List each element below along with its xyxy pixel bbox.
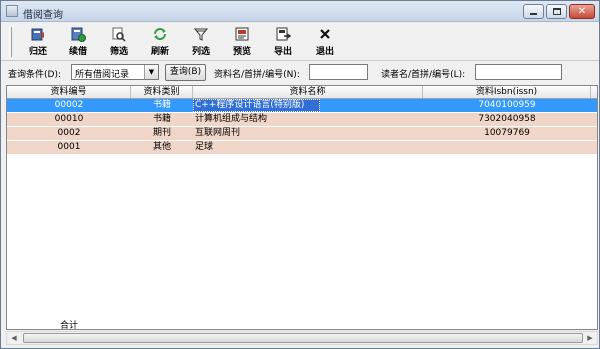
table-row[interactable]: 0002 期刊 互联网周刊 10079769: [7, 127, 597, 141]
preview-icon: [235, 27, 249, 41]
query-bar: 查询条件(D): 所有借阅记录 ▼ 查询(B) 资料名/首拼/编号(N): 读者…: [1, 62, 599, 84]
scrollbar-thumb[interactable]: [23, 333, 583, 343]
cell-isbn: [423, 141, 591, 154]
toolbar: 归还 续借 筛选 刷新 列选 预览 导出 退出: [1, 23, 599, 61]
toolbar-grip[interactable]: [9, 27, 12, 57]
cell-type: 其他: [152, 142, 171, 152]
table-row[interactable]: 00002 书籍 C++程序设计语言(特别版) 7040100959: [7, 99, 597, 113]
filter-icon: [112, 27, 126, 42]
horizontal-scrollbar[interactable]: ◀ ▶: [6, 331, 598, 345]
preview-button[interactable]: 预览: [225, 26, 259, 58]
column-header-name[interactable]: 资料名称: [193, 86, 423, 98]
material-label: 资料名/首拼/编号(N):: [214, 70, 300, 80]
maximize-icon: [552, 8, 561, 15]
cell-type: 书籍: [152, 100, 171, 110]
column-header-type[interactable]: 资料类别: [131, 86, 193, 98]
export-icon: [276, 27, 291, 41]
renew-icon: [71, 27, 86, 42]
maximize-button[interactable]: [546, 4, 567, 19]
grid-header: 资料编号 资料类别 资料名称 资料Isbn(issn): [7, 86, 597, 99]
cell-id: 0001: [57, 142, 81, 152]
scroll-left-icon[interactable]: ◀: [7, 332, 21, 344]
column-header-isbn[interactable]: 资料Isbn(issn): [423, 86, 591, 98]
query-button[interactable]: 查询(B): [165, 64, 206, 81]
total-label: 合计: [60, 321, 79, 331]
minimize-button[interactable]: [523, 4, 544, 19]
renew-button[interactable]: 续借: [61, 26, 95, 58]
minimize-icon: [530, 13, 537, 15]
borrow-query-window: 借阅查询 ✕ 归还 续借 筛选 刷新 列选 预览 导出 退出 查询条件(D): …: [0, 0, 600, 349]
cell-type: 书籍: [152, 114, 171, 124]
return-button[interactable]: 归还: [21, 26, 55, 58]
cell-type: 期刊: [152, 128, 171, 138]
close-window-icon: ✕: [577, 5, 587, 17]
window-title: 借阅查询: [23, 10, 63, 21]
material-input[interactable]: [309, 64, 368, 80]
close-window-button[interactable]: ✕: [569, 4, 595, 19]
cell-name: C++程序设计语言(特别版): [195, 100, 305, 110]
condition-select-value: 所有借阅记录: [75, 70, 130, 80]
cell-isbn: 10079769: [484, 128, 530, 138]
column-select-icon: [193, 28, 209, 41]
cell-isbn: 7302040958: [478, 114, 536, 124]
exit-button[interactable]: 退出: [308, 26, 342, 58]
cell-id: 0002: [57, 128, 81, 138]
export-button[interactable]: 导出: [266, 26, 300, 58]
condition-select[interactable]: 所有借阅记录 ▼: [71, 64, 159, 80]
reader-label: 读者名/首拼/编号(L):: [381, 70, 466, 80]
title-bar[interactable]: 借阅查询 ✕: [1, 1, 599, 22]
window-icon: [6, 5, 18, 17]
cell-isbn: 7040100959: [478, 100, 536, 110]
column-header-id[interactable]: 资料编号: [7, 86, 131, 98]
refresh-button[interactable]: 刷新: [143, 26, 177, 58]
cell-name: 互联网周刊: [195, 128, 241, 138]
borrow-records-grid[interactable]: 资料编号 资料类别 资料名称 资料Isbn(issn) 00002 书籍 C++…: [6, 85, 598, 330]
reader-input[interactable]: [475, 64, 562, 80]
cell-id: 00002: [54, 100, 84, 110]
table-row[interactable]: 00010 书籍 计算机组成与结构 7302040958: [7, 113, 597, 127]
chevron-down-icon[interactable]: ▼: [144, 65, 158, 79]
cell-name: 计算机组成与结构: [195, 114, 268, 124]
return-icon: [31, 28, 44, 41]
cell-name: 足球: [195, 142, 214, 152]
close-icon: [320, 29, 330, 39]
grid-footer: 合计: [6, 315, 598, 331]
refresh-icon: [154, 28, 166, 40]
cell-id: 00010: [54, 114, 84, 124]
condition-label: 查询条件(D):: [8, 70, 61, 80]
scroll-right-icon[interactable]: ▶: [583, 332, 597, 344]
column-select-button[interactable]: 列选: [184, 26, 218, 58]
filter-button[interactable]: 筛选: [102, 26, 136, 58]
table-row[interactable]: 0001 其他 足球: [7, 141, 597, 155]
